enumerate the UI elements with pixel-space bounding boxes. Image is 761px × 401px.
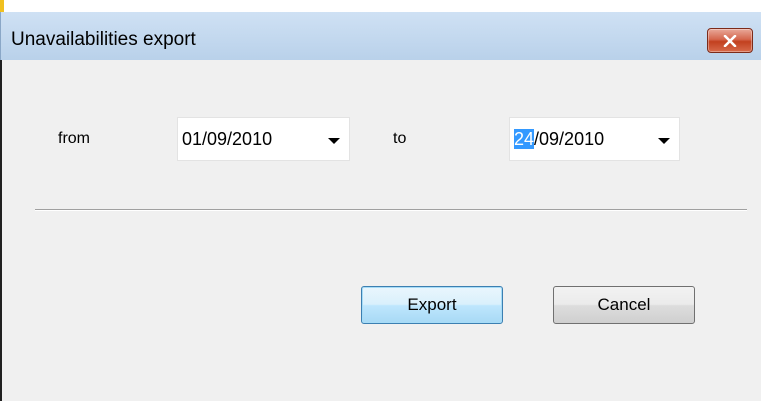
dialog-content: from 01/09/2010 to 24/09/2010 Export Can… (0, 60, 761, 401)
title-bar[interactable]: Unavailabilities export (0, 12, 761, 60)
to-date-value: 24/09/2010 (514, 129, 604, 150)
chevron-down-icon[interactable] (658, 138, 670, 144)
cancel-button[interactable]: Cancel (553, 286, 695, 324)
background-accent (0, 0, 4, 12)
separator (35, 209, 747, 211)
unavailabilities-export-dialog: Unavailabilities export from 01/09/2010 … (0, 0, 761, 401)
from-date-value: 01/09/2010 (182, 129, 273, 149)
close-button[interactable] (707, 28, 753, 53)
to-date-picker[interactable]: 24/09/2010 (509, 117, 680, 161)
dialog-title: Unavailabilities export (11, 29, 196, 50)
from-date-picker[interactable]: 01/09/2010 (177, 117, 350, 161)
chevron-down-icon[interactable] (328, 138, 340, 144)
background-window-edge (0, 0, 761, 12)
to-label: to (393, 130, 407, 147)
close-icon (723, 34, 737, 47)
to-date-selected-day: 24 (514, 129, 535, 149)
to-date-rest: /09/2010 (534, 129, 605, 149)
export-button[interactable]: Export (361, 286, 503, 324)
from-label: from (58, 130, 90, 147)
